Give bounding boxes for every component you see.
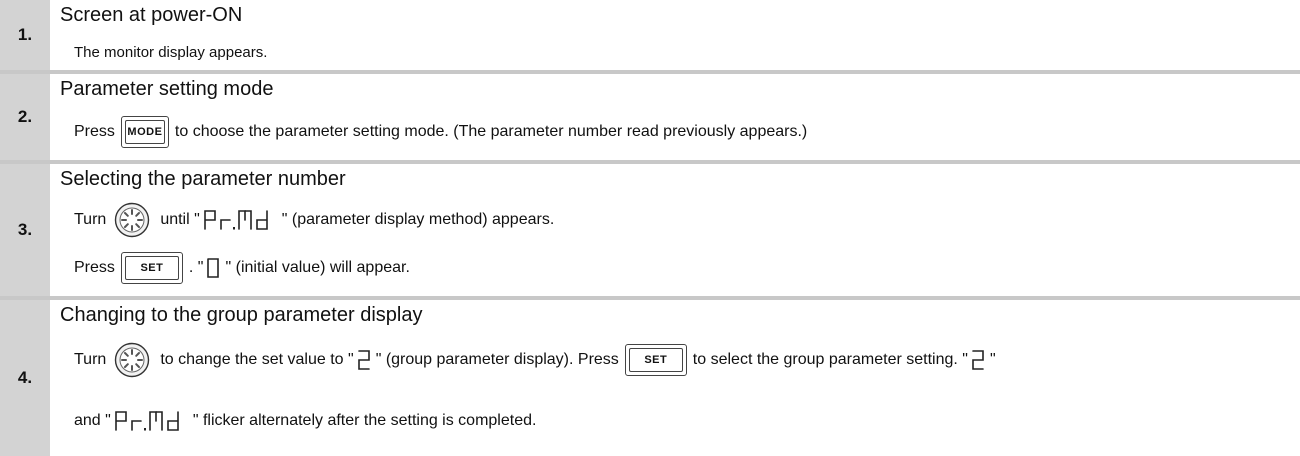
dial-icon [114,342,150,378]
step-text: The monitor display appears. [74,44,268,61]
step-number: 1. [17,25,33,44]
step-1-row: 1. Screen at power-ON The monitor displa… [0,0,1300,70]
step-content: Selecting the parameter number Turn unti… [60,164,1300,296]
step-number-cell: 3. [0,164,50,296]
step-number: 4. [17,368,33,387]
segment-display-0 [207,258,220,278]
instruction-text: (parameter display method) appears. [291,211,555,228]
instruction-text: (group parameter display). Press [385,351,619,368]
step-number: 2. [17,107,33,126]
step-number-cell: 4. [0,300,50,456]
step-title: Parameter setting mode [60,78,274,100]
step-number-cell: 1. [0,0,50,70]
dial-icon [114,202,150,238]
instruction-text: to choose the parameter setting mode. (T… [174,123,808,140]
set-button-icon: SET [120,252,183,284]
turn-word: Turn [74,351,107,368]
step-instruction-2: and " " flicker alternately after the se… [74,410,536,432]
instruction-text: flicker alternately after the setting is… [202,412,537,429]
and-word: and [74,412,101,429]
instruction-text: (initial value) will appear. [235,259,410,276]
instruction-text: to select the group parameter setting. [692,351,958,368]
step-instruction: Press MODE to choose the parameter setti… [74,116,807,148]
until-word: until [160,211,190,228]
segment-display-2 [972,350,984,370]
step-title: Selecting the parameter number [60,168,346,190]
step-title: Changing to the group parameter display [60,304,423,326]
step-content: Parameter setting mode Press MODE to cho… [60,74,1300,160]
set-button-icon: SET [624,344,687,376]
step-2-row: 2. Parameter setting mode Press MODE to … [0,74,1300,160]
step-number: 3. [17,220,33,239]
segment-display-2 [357,350,370,370]
step-content: Changing to the group parameter display … [60,300,1300,456]
procedure-table: 1. Screen at power-ON The monitor displa… [0,0,1300,456]
step-instruction-1: Turn until " " (parameter display method… [74,202,554,238]
mode-button-icon: MODE [120,116,169,148]
mode-button-label: MODE [124,120,165,144]
press-word: Press [74,123,115,140]
step-3-row: 3. Selecting the parameter number Turn u… [0,164,1300,296]
step-title: Screen at power-ON [60,4,243,26]
set-button-label: SET [124,256,179,280]
press-word: Press [74,259,115,276]
step-instruction-2: Press SET . " " (initial value) will app… [74,252,410,284]
segment-display-prmd [203,210,268,230]
step-number-cell: 2. [0,74,50,160]
segment-display-prmd [115,411,179,431]
instruction-text: to change the set value to [160,351,344,368]
step-4-row: 4. Changing to the group parameter displ… [0,300,1300,456]
step-instruction-1: Turn to change the set value to " " (gro… [74,342,996,378]
turn-word: Turn [74,211,107,228]
step-content: Screen at power-ON The monitor display a… [60,0,1300,70]
set-button-label: SET [628,348,683,372]
